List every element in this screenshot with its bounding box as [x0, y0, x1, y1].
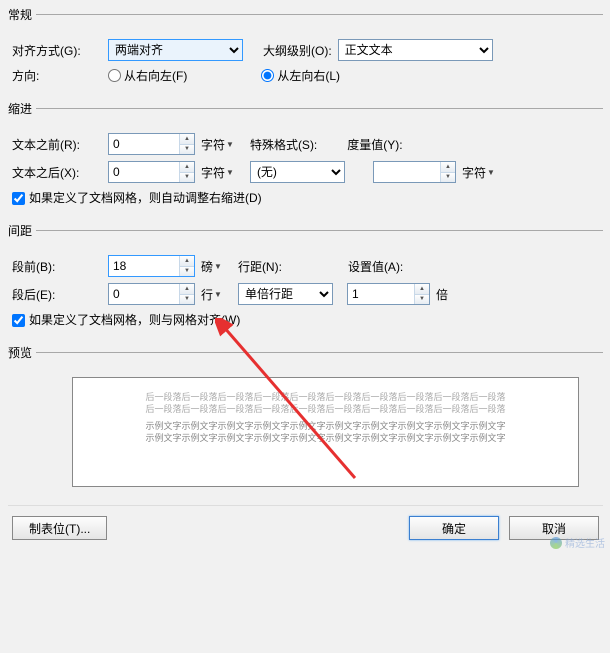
section-preview-title: 预览 [8, 344, 36, 361]
chevron-up-icon[interactable]: ▲ [180, 134, 194, 145]
spacing-before-label: 段前(B): [12, 258, 102, 275]
set-label: 设置值(A): [348, 258, 403, 275]
section-indent-title: 缩进 [8, 100, 36, 117]
direction-label: 方向: [12, 67, 102, 84]
special-label: 特殊格式(S): [250, 136, 317, 153]
align-label: 对齐方式(G): [12, 42, 102, 59]
section-spacing: 间距 段前(B): ▲▼ 磅▼ 行距(N): 设置值(A): 段后(E): ▲▼… [8, 222, 603, 338]
chevron-down-icon: ▼ [226, 168, 234, 177]
spacing-after-input[interactable] [109, 284, 179, 304]
button-bar: 制表位(T)... 确定 取消 [8, 505, 603, 546]
indent-after-spinner[interactable]: ▲▼ [108, 161, 195, 183]
indent-after-label: 文本之后(X): [12, 164, 102, 181]
spacing-before-unit[interactable]: 磅▼ [201, 258, 222, 275]
spacing-before-input[interactable] [109, 256, 179, 276]
logo-icon [550, 537, 562, 549]
chevron-down-icon: ▼ [487, 168, 495, 177]
preview-line: 示例文字示例文字示例文字示例文字示例文字示例文字示例文字示例文字示例文字示例文字 [83, 433, 568, 445]
outline-select[interactable]: 正文文本 [338, 39, 493, 61]
spacing-after-spinner[interactable]: ▲▼ [108, 283, 195, 305]
indent-before-spinner[interactable]: ▲▼ [108, 133, 195, 155]
spacing-after-label: 段后(E): [12, 286, 102, 303]
special-select[interactable]: (无) [250, 161, 345, 183]
section-general-title: 常规 [8, 6, 36, 23]
chevron-up-icon[interactable]: ▲ [180, 256, 194, 267]
preview-line: 示例文字示例文字示例文字示例文字示例文字示例文字示例文字示例文字示例文字示例文字 [83, 421, 568, 433]
section-general: 常规 对齐方式(G): 两端对齐 大纲级别(O): 正文文本 方向: 从右向左(… [8, 6, 603, 94]
indent-before-unit[interactable]: 字符▼ [201, 136, 234, 153]
indent-after-input[interactable] [109, 162, 179, 182]
spacing-after-unit[interactable]: 行▼ [201, 286, 222, 303]
chevron-down-icon: ▼ [226, 140, 234, 149]
set-input[interactable] [348, 284, 414, 304]
paragraph-dialog: 常规 对齐方式(G): 两端对齐 大纲级别(O): 正文文本 方向: 从右向左(… [0, 6, 610, 554]
set-unit: 倍 [436, 286, 448, 303]
chevron-up-icon[interactable]: ▲ [415, 284, 429, 295]
chevron-down-icon[interactable]: ▼ [180, 267, 194, 277]
spacing-grid-checkbox[interactable] [12, 314, 25, 327]
indent-grid-checkbox[interactable] [12, 192, 25, 205]
chevron-down-icon[interactable]: ▼ [441, 173, 455, 183]
indent-before-input[interactable] [109, 134, 179, 154]
chevron-up-icon[interactable]: ▲ [441, 162, 455, 173]
chevron-down-icon[interactable]: ▼ [180, 295, 194, 305]
indent-before-label: 文本之前(R): [12, 136, 102, 153]
chevron-down-icon[interactable]: ▼ [180, 173, 194, 183]
chevron-up-icon[interactable]: ▲ [180, 162, 194, 173]
preview-line: 后一段落后一段落后一段落后一段落后一段落后一段落后一段落后一段落后一段落后一段落 [83, 392, 568, 404]
measure-unit[interactable]: 字符▼ [462, 164, 495, 181]
outline-label: 大纲级别(O): [263, 42, 332, 59]
chevron-down-icon: ▼ [214, 290, 222, 299]
tabs-button[interactable]: 制表位(T)... [12, 516, 107, 540]
preview-line: 后一段落后一段落后一段落后一段落后一段落后一段落后一段落后一段落后一段落后一段落 [83, 404, 568, 416]
chevron-up-icon[interactable]: ▲ [180, 284, 194, 295]
watermark: 精选生活 [550, 535, 605, 550]
direction-ltr-radio[interactable] [261, 69, 274, 82]
preview-box: 后一段落后一段落后一段落后一段落后一段落后一段落后一段落后一段落后一段落后一段落… [72, 377, 579, 487]
line-select[interactable]: 单倍行距 [238, 283, 333, 305]
measure-spinner[interactable]: ▲▼ [373, 161, 456, 183]
spacing-grid-checkbox-label[interactable]: 如果定义了文档网格，则与网格对齐(W) [12, 311, 240, 328]
indent-after-unit[interactable]: 字符▼ [201, 164, 234, 181]
spacing-before-spinner[interactable]: ▲▼ [108, 255, 195, 277]
section-spacing-title: 间距 [8, 222, 36, 239]
set-spinner[interactable]: ▲▼ [347, 283, 430, 305]
measure-input[interactable] [374, 162, 440, 182]
chevron-down-icon: ▼ [214, 262, 222, 271]
line-label: 行距(N): [238, 258, 308, 275]
section-indent: 缩进 文本之前(R): ▲▼ 字符▼ 特殊格式(S): 度量值(Y): 文本之后… [8, 100, 603, 216]
direction-rtl[interactable]: 从右向左(F) [108, 67, 187, 84]
indent-grid-checkbox-label[interactable]: 如果定义了文档网格，则自动调整右缩进(D) [12, 189, 262, 206]
direction-rtl-radio[interactable] [108, 69, 121, 82]
section-preview: 预览 后一段落后一段落后一段落后一段落后一段落后一段落后一段落后一段落后一段落后… [8, 344, 603, 501]
direction-ltr[interactable]: 从左向右(L) [261, 67, 340, 84]
ok-button[interactable]: 确定 [409, 516, 499, 540]
chevron-down-icon[interactable]: ▼ [180, 145, 194, 155]
chevron-down-icon[interactable]: ▼ [415, 295, 429, 305]
measure-label: 度量值(Y): [347, 136, 402, 153]
align-select[interactable]: 两端对齐 [108, 39, 243, 61]
